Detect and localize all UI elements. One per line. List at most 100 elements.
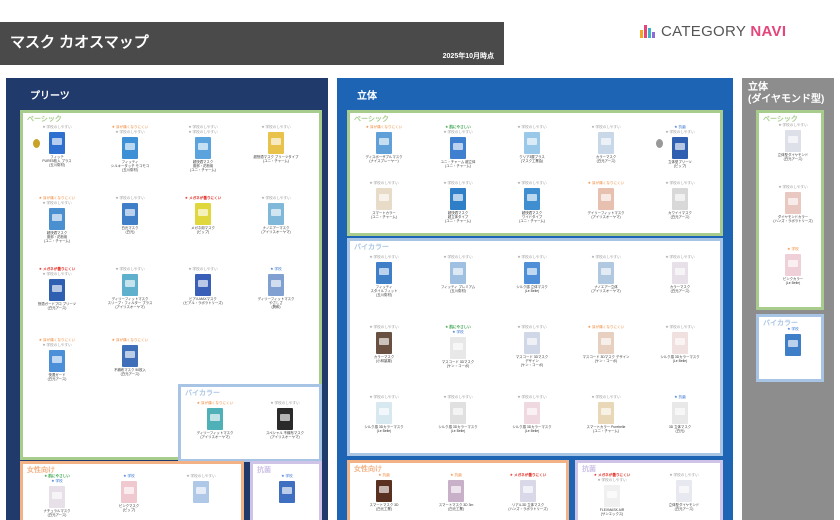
feature-tag: ★ 学校のしやすい <box>517 395 547 399</box>
product-card[interactable]: ★ 学校のしやすい カワイイマスク (白元アース) <box>650 181 710 243</box>
product-card[interactable]: ★ 耳が痛くなりにくい ★ 学校のしやすい 快適ガード (白元アース) <box>27 338 87 400</box>
product-card[interactable]: ★ 学校のしやすい フィッテ PURE5枚入 プラス (玉川衛材) <box>27 125 87 187</box>
product-image <box>785 130 801 152</box>
product-name: フィッテ PURE5枚入 プラス (玉川衛材) <box>42 155 72 168</box>
product-card[interactable]: ★ 学校のしやすい 超快適マスク ワイドタイプ (ユニ・チャーム) <box>502 181 562 243</box>
product-card[interactable]: ★ 耳が痛くなりにくい ★ 学校のしやすい 超快適マスク 風邪・花粉用 (ユニ・チャ… <box>27 196 87 258</box>
feature-tag: ★ 学校のしやすい <box>369 325 399 329</box>
product-image <box>122 203 138 225</box>
product-card[interactable]: ★ 学校のしやすい カラーマスク (小林製薬) <box>354 325 414 387</box>
feature-tag: ★ 学校のしやすい <box>591 255 621 259</box>
product-card[interactable]: ★ 抗菌 3D 立体マスク (白元) <box>650 395 710 457</box>
product-card[interactable]: ★ 学校のしやすい スマートカラー Purebelle (ユニ・チャーム) <box>576 395 636 457</box>
section-pleats-women: 女性向け ★ 肌にやさしい ★ 学校 ナチュラルマスク (白元アース) ★ 学校 ピンクマ… <box>20 461 244 520</box>
product-card[interactable]: ★ 学校のしやすい シルク感 3Dカラーマスク (Le Belle) <box>502 395 562 457</box>
product-card[interactable]: ★ 学校のしやすい フィッティ プレミアム (玉川衛材) <box>428 255 488 317</box>
product-card[interactable]: ★ 肌にやさしい ★ 学校 ナチュラルマスク (白元アース) <box>27 474 87 520</box>
product-image <box>604 485 620 507</box>
product-image <box>672 137 688 159</box>
product-name: ディリーフィットマスク やさしさ (興和) <box>257 297 295 310</box>
product-card[interactable]: ★ 肌にやさしい ★ 学校のしやすい ユニ・チャーム 超立体 (ユニ・チャーム) <box>428 125 488 187</box>
product-card[interactable]: ★ 耳が痛くなりにくい ディスポーザブルマスク (ナイスプレーヤー) <box>354 125 414 187</box>
product-card[interactable]: ★ 肌にやさしい ★ 学校 マスコード 3Dマスク (ケン・コーポ) <box>428 325 488 387</box>
product-card[interactable]: ★ 学校のしやすい スペシャル 不織布マスク (アイリスオーヤマ) <box>255 401 315 463</box>
product-name: マスコード 3Dマスク デザイン (ケン・コーポ) <box>582 355 630 364</box>
feature-tag: ★ 学校のしやすい <box>597 478 627 482</box>
product-card[interactable]: ★ 抗菌 ★ 学校のしやすい 立体型プリーツ (ピップ) <box>650 125 710 187</box>
product-card[interactable]: ★ 学校 ピンクマスク (ピップ) <box>99 474 159 520</box>
product-card[interactable]: ★ 学校のしやすい 超快適マスク 超立体タイプ (ユニ・チャーム) <box>428 181 488 243</box>
product-name: スマートマスク 3D (白元工業) <box>369 503 399 512</box>
product-card[interactable]: ★ 耳が痛くなりにくい マスコード 3Dマスク デザイン (ケン・コーポ) <box>576 325 636 387</box>
feature-tag: ★ 学校のしやすい <box>369 395 399 399</box>
product-card[interactable]: ★ 耳が痛くなりにくい ディリーフィットマスク (アイリスオーヤマ) <box>185 401 245 463</box>
product-card[interactable]: ★ 抗菌 スマートマスク 3D 3m (白元工業) <box>426 473 486 520</box>
product-card[interactable]: ★ 学校のしやすい ナノエアー立体 (アイリスオーヤマ) <box>576 255 636 317</box>
category-navi-logo: CATEGORY NAVI <box>640 22 786 40</box>
section-title: バイカラー <box>354 244 389 251</box>
product-name: マスコード 3Dマスク デザイン (ケン・コーポ) <box>515 355 549 368</box>
product-card[interactable]: ★ メガネが曇りにくい リアル3D 立体マスク (ハンズ・ラボラトリーズ) <box>498 473 558 520</box>
section-rittai-bicolor: バイカラー ★ 学校のしやすい フィッティ スタイルフィット (玉川衛材) ★ 学校の… <box>347 238 723 456</box>
product-card[interactable]: ★ 学校のしやすい カラーマスク (白元アース) <box>576 125 636 187</box>
feature-tag: ★ 学校のしやすい <box>261 125 291 129</box>
product-card[interactable]: ★ 学校のしやすい スマートカラー (ユニ・チャーム) <box>354 181 414 243</box>
product-card[interactable]: ★ 学校のしやすい シルク感 立体マスク (Le Belle) <box>502 255 562 317</box>
product-name: 3D 立体マスク (白元) <box>668 425 692 434</box>
product-card[interactable]: ★ 学校のしやすい マスコード 3Dマスク デザイン (ケン・コーポ) <box>502 325 562 387</box>
product-card[interactable]: ★ 学校のしやすい シルク感 3Dカラーマスク (Le Belle) <box>428 395 488 457</box>
section-rittai-women: 女性向け ★ 抗菌 スマートマスク 3D (白元工業) ★ 抗菌 スマートマスク 3D … <box>347 460 569 520</box>
product-card[interactable]: ★ 耳が痛くなりにくい ★ 学校のしやすい フィッティ シルキータッチ モコモコ (… <box>100 125 160 187</box>
product-name: 白元マスク (白元) <box>121 226 139 235</box>
feature-tag: ★ 学校 <box>787 327 799 331</box>
product-image <box>672 402 688 424</box>
product-card[interactable]: ★ 学校 <box>763 327 823 389</box>
product-card[interactable]: ★ 学校のしやすいシルク感 3Dカラーマスク (Le Belle) <box>354 395 414 457</box>
product-name: ディリーフィットマスク スリープ・フィルター プラス (アイリスオーヤマ) <box>107 297 153 310</box>
product-image <box>376 480 392 502</box>
product-card[interactable]: ★ 学校のしやすい フィッティ スタイルフィット (玉川衛材) <box>354 255 414 317</box>
product-name: シルク感 立体マスク (Le Belle) <box>516 285 548 294</box>
product-card[interactable]: ★ 学校ディリーフィットマスク やさしさ (興和) <box>246 267 306 329</box>
feature-tag: ★ 学校のしやすい <box>778 185 808 189</box>
product-image <box>49 279 65 301</box>
product-card[interactable]: ★ 学校のしやすい超快適マスク プリーツタイプ (ユニ・チャーム) <box>246 125 306 187</box>
product-name: シルク感 3Dカラーマスク (Le Belle) <box>364 425 404 434</box>
product-card[interactable]: ★ 学校のしやすい <box>171 474 231 520</box>
product-image <box>49 208 65 230</box>
product-card[interactable]: ★ 学校のしやすい ナノエアーマスク (アイリスオーヤマ) <box>246 196 306 258</box>
product-card[interactable]: ★ 学校のしやすい 立体型ダイヤモンド (白元アース) <box>763 123 823 185</box>
product-card[interactable]: ★ 抗菌 スマートマスク 3D (白元工業) <box>354 473 414 520</box>
product-card[interactable]: ★ 学校のしやすい ダイヤモンドカラー (ハンズ・ラボラトリーズ) <box>763 185 823 247</box>
product-card[interactable]: ★ 耳が痛くなりにくい 不織布マスク 50枚入 (白元アース) <box>100 338 160 400</box>
logo-text: CATEGORY <box>661 22 751 40</box>
product-card[interactable]: ★ メガネが曇りにくい ★ 学校のしやすい FLEXMASK AIR (サンエックス… <box>582 473 642 520</box>
product-image <box>49 486 65 508</box>
rank-medal-icon <box>656 139 663 148</box>
product-image <box>785 254 801 276</box>
product-card[interactable]: ★ 耳が痛くなりにくい デイリーフィットマスク (アイリスオーヤマ) <box>576 181 636 243</box>
product-card[interactable]: ★ 学校のしやすい カラーマスク (白元アース) <box>650 255 710 317</box>
product-image <box>268 132 284 154</box>
product-card[interactable]: ★ 学校のしやすい 立体型ダイヤモンド (白元アース) <box>654 473 714 520</box>
product-card[interactable]: ★ 学校のしやすい シルク感 3Dカラーマスク (Le Belle) <box>650 325 710 387</box>
feature-tag: ★ 学校のしやすい <box>669 473 699 477</box>
product-card[interactable]: ★ 学校のしやすい ★ 学校のしやすい 超快適マスク 風邪・花粉用 (ユニ・チャーム… <box>173 125 233 187</box>
product-card[interactable]: ★ メガネが曇りにくい メガネ用マスク (ピップ) <box>173 196 233 258</box>
section-title: ベーシック <box>354 116 389 123</box>
product-name: ピンクカラー (Le Belle) <box>782 277 804 286</box>
product-card[interactable]: ★ 学校 <box>257 474 317 520</box>
chaos-map-page: マスク カオスマップ 2025年10月時点 CATEGORY NAVI プリーツ… <box>0 0 840 520</box>
product-name: 超快適マスク プリーツタイプ (ユニ・チャーム) <box>253 155 299 164</box>
product-card[interactable]: ★ 学校のしやすい クリア3層プラス (マスク工業会) <box>502 125 562 187</box>
feature-tag: ★ 学校 <box>270 267 282 271</box>
column-title-pleats: プリーツ <box>30 91 70 102</box>
product-card[interactable]: ★ メガネが曇りにくい ★ 学校のしやすい 快適ガードプロ プリーツ (白元アース) <box>27 267 87 329</box>
product-name: 立体型プリーツ (ピップ) <box>668 160 692 169</box>
product-card[interactable]: ★ 学校のしやすい ディリーフィットマスク スリープ・フィルター プラス (アイリ… <box>100 267 160 329</box>
product-card[interactable]: ★ 学校のしやすい ビアルMAXマスク (ビアル・ラボラトリーズ) <box>173 267 233 329</box>
product-card[interactable]: ★ 学校 ピンクカラー (Le Belle) <box>763 247 823 309</box>
feature-tag: ★ 耳が痛くなりにくい <box>587 181 625 185</box>
product-image <box>524 402 540 424</box>
product-card[interactable]: ★ 学校のしやすい 白元マスク (白元) <box>100 196 160 258</box>
